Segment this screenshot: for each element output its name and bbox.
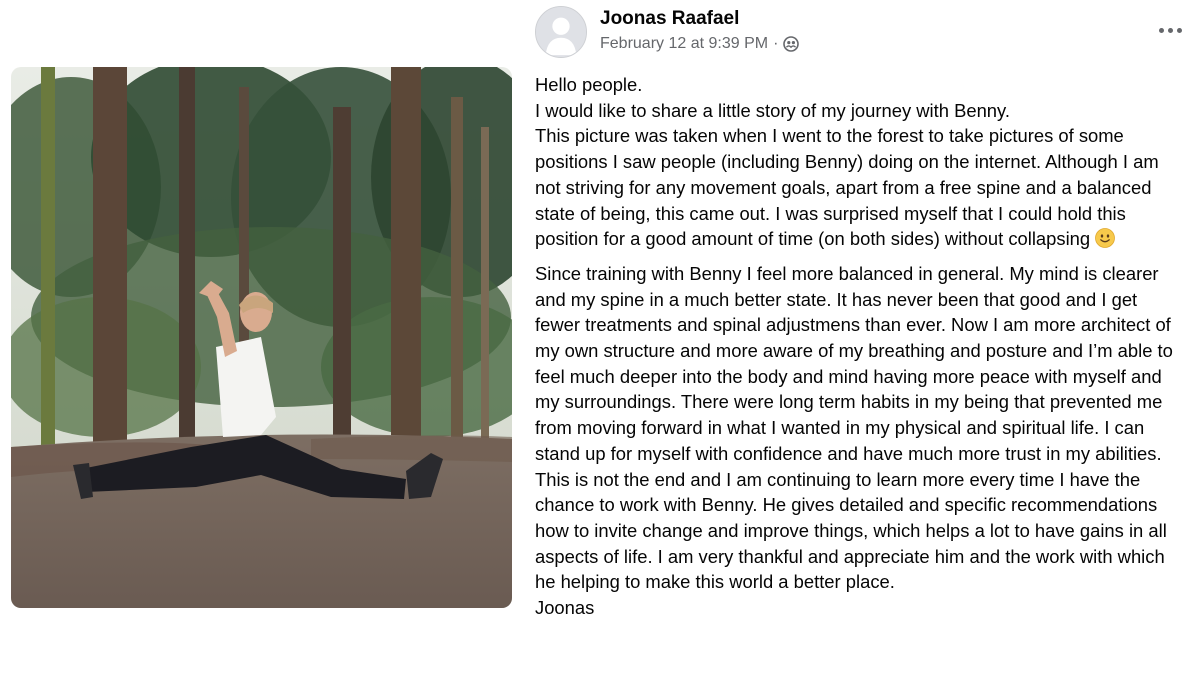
- author-name[interactable]: Joonas Raafael: [600, 8, 739, 30]
- post-paragraph-text: This picture was taken when I went to th…: [535, 125, 1159, 250]
- slightly-smiling-face-icon: [1095, 228, 1116, 249]
- post-photo[interactable]: [11, 67, 512, 608]
- ellipsis-icon: [1167, 27, 1173, 33]
- forest-splits-photo: [11, 67, 512, 608]
- ellipsis-icon: [1176, 27, 1182, 33]
- avatar[interactable]: [535, 6, 587, 58]
- post-paragraph: Hello people.: [535, 74, 643, 95]
- post-paragraph: Since training with Benny I feel more ba…: [535, 262, 1173, 593]
- post-body: Hello people. I would like to share a li…: [535, 72, 1177, 621]
- ellipsis-icon: [1158, 27, 1164, 33]
- meta-separator: ·: [773, 35, 779, 52]
- default-avatar-icon: [536, 7, 586, 57]
- post-meta: February 12 at 9:39 PM ·: [600, 35, 800, 53]
- friends-icon[interactable]: [783, 36, 800, 52]
- post-paragraph: I would like to share a little story of …: [535, 99, 1010, 121]
- post-paragraph: This picture was taken when I went to th…: [535, 123, 1177, 252]
- post-signature: Joonas: [535, 597, 595, 619]
- post: Joonas Raafael February 12 at 9:39 PM · …: [535, 0, 1185, 675]
- more-options-button[interactable]: [1155, 20, 1185, 40]
- post-timestamp[interactable]: February 12 at 9:39 PM: [600, 35, 768, 53]
